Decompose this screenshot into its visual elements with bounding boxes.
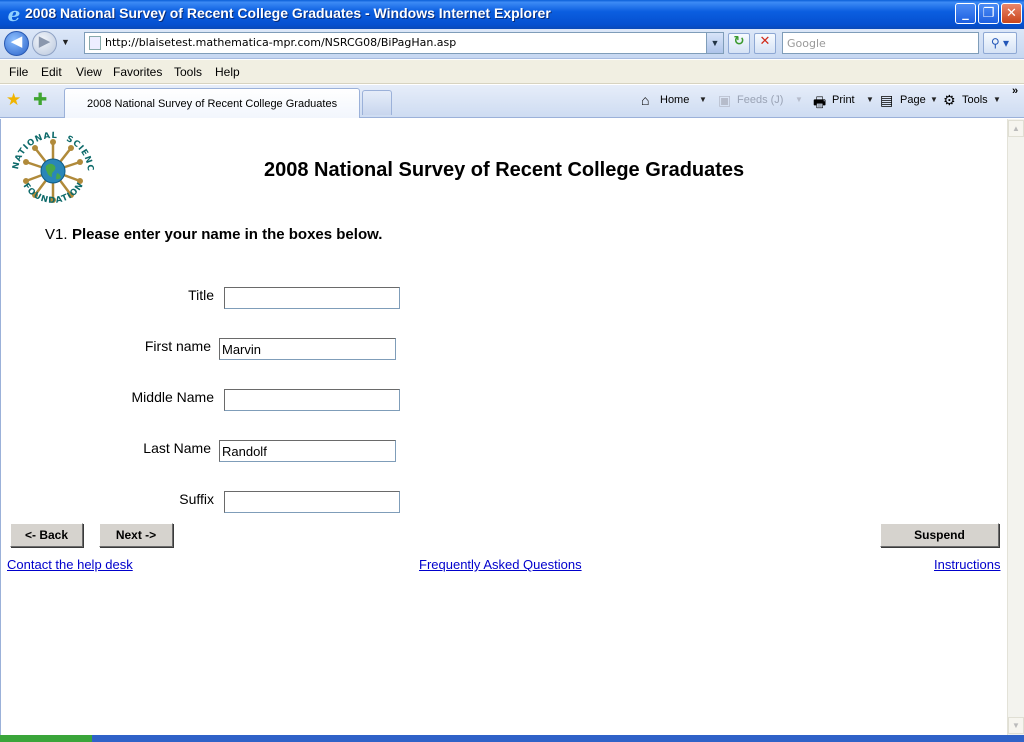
feeds-dropdown-icon: ▼ bbox=[795, 95, 803, 104]
question-text: Please enter your name in the boxes belo… bbox=[72, 226, 383, 243]
home-dropdown-icon[interactable]: ▼ bbox=[699, 95, 707, 104]
suffix-field[interactable] bbox=[224, 491, 400, 513]
feeds-icon: ▣ bbox=[718, 92, 732, 108]
address-field[interactable]: http://blaisetest.mathematica-mpr.com/NS… bbox=[84, 32, 724, 54]
scroll-down-icon[interactable]: ▼ bbox=[1008, 717, 1024, 734]
home-button[interactable]: Home bbox=[660, 94, 689, 106]
instructions-link[interactable]: Instructions bbox=[934, 557, 1000, 572]
title-label: Title bbox=[188, 287, 214, 303]
menu-view[interactable]: View bbox=[76, 65, 102, 79]
vertical-scrollbar[interactable]: ▲ ▼ bbox=[1007, 119, 1024, 735]
stop-icon[interactable]: ✕ bbox=[754, 33, 776, 54]
window-title-bar[interactable]: e 2008 National Survey of Recent College… bbox=[0, 0, 1024, 29]
scroll-up-icon[interactable]: ▲ bbox=[1008, 120, 1024, 137]
title-field[interactable] bbox=[224, 287, 400, 309]
first-name-label: First name bbox=[144, 338, 211, 354]
tab-label: 2008 National Survey of Recent College G… bbox=[87, 98, 338, 110]
middle-name-label: Middle Name bbox=[131, 389, 214, 405]
address-url[interactable]: http://blaisetest.mathematica-mpr.com/NS… bbox=[105, 36, 456, 49]
page-icon bbox=[89, 36, 101, 50]
faq-link[interactable]: Frequently Asked Questions bbox=[419, 557, 582, 572]
menu-file[interactable]: File bbox=[9, 65, 28, 79]
back-arrow-icon[interactable]: ◀ bbox=[4, 31, 29, 56]
survey-title: 2008 National Survey of Recent College G… bbox=[264, 159, 745, 181]
feeds-button: Feeds (J) bbox=[737, 94, 784, 106]
minimize-button[interactable]: _ bbox=[955, 3, 976, 24]
forward-arrow-icon[interactable]: ▶ bbox=[32, 31, 57, 56]
internet-explorer-icon: e bbox=[7, 2, 21, 26]
overflow-chevron-icon[interactable]: » bbox=[1012, 85, 1018, 97]
restore-button[interactable]: ❐ bbox=[978, 3, 999, 24]
refresh-icon[interactable]: ↻ bbox=[728, 33, 750, 54]
nsf-logo: NATIONAL SCIENCE FOUNDATION bbox=[10, 129, 94, 206]
tab-command-bar: ★ ✚ 2008 National Survey of Recent Colle… bbox=[0, 85, 1024, 118]
gear-icon[interactable]: ⚙ bbox=[943, 92, 956, 109]
back-button[interactable]: <- Back bbox=[10, 523, 83, 547]
question-number: V1. bbox=[45, 226, 68, 243]
window-title: 2008 National Survey of Recent College G… bbox=[25, 5, 551, 21]
suspend-button[interactable]: Suspend bbox=[880, 523, 999, 547]
address-toolbar: ◀ ▶ ▼ http://blaisetest.mathematica-mpr.… bbox=[0, 29, 1024, 59]
print-icon[interactable]: 🖶 bbox=[813, 92, 826, 116]
add-favorite-icon[interactable]: ✚ bbox=[33, 90, 47, 110]
help-desk-link[interactable]: Contact the help desk bbox=[7, 557, 133, 572]
menu-edit[interactable]: Edit bbox=[41, 65, 62, 79]
favorites-star-icon[interactable]: ★ bbox=[6, 90, 21, 110]
middle-name-field[interactable] bbox=[224, 389, 400, 411]
page-dropdown-icon[interactable]: ▼ bbox=[930, 95, 938, 104]
page-content bbox=[0, 119, 1007, 735]
close-button[interactable]: ✕ bbox=[1001, 3, 1022, 24]
tools-dropdown-icon[interactable]: ▼ bbox=[993, 95, 1001, 104]
last-name-field[interactable]: Randolf bbox=[219, 440, 396, 462]
menu-help[interactable]: Help bbox=[215, 65, 240, 79]
last-name-label: Last Name bbox=[143, 440, 211, 456]
new-tab-button[interactable] bbox=[362, 90, 392, 115]
tools-menu[interactable]: Tools bbox=[962, 94, 988, 106]
suffix-label: Suffix bbox=[179, 491, 214, 507]
first-name-field[interactable]: Marvin bbox=[219, 338, 396, 360]
print-dropdown-icon[interactable]: ▼ bbox=[866, 95, 874, 104]
recent-pages-dropdown-icon[interactable]: ▼ bbox=[61, 37, 70, 47]
menu-favorites[interactable]: Favorites bbox=[113, 65, 162, 79]
next-button[interactable]: Next -> bbox=[99, 523, 173, 547]
menu-bar: File Edit View Favorites Tools Help bbox=[0, 60, 1024, 84]
search-input[interactable]: Google bbox=[782, 32, 979, 54]
page-menu[interactable]: Page bbox=[900, 94, 926, 106]
status-bar bbox=[0, 735, 1024, 742]
tab-survey[interactable]: 2008 National Survey of Recent College G… bbox=[64, 88, 360, 118]
menu-tools[interactable]: Tools bbox=[174, 65, 202, 79]
home-icon[interactable]: ⌂ bbox=[641, 92, 649, 108]
search-icon[interactable]: ⚲ ▾ bbox=[983, 32, 1017, 54]
print-button[interactable]: Print bbox=[832, 94, 855, 106]
page-icon[interactable]: ▤ bbox=[880, 92, 893, 109]
address-dropdown-icon[interactable]: ▼ bbox=[706, 33, 723, 53]
